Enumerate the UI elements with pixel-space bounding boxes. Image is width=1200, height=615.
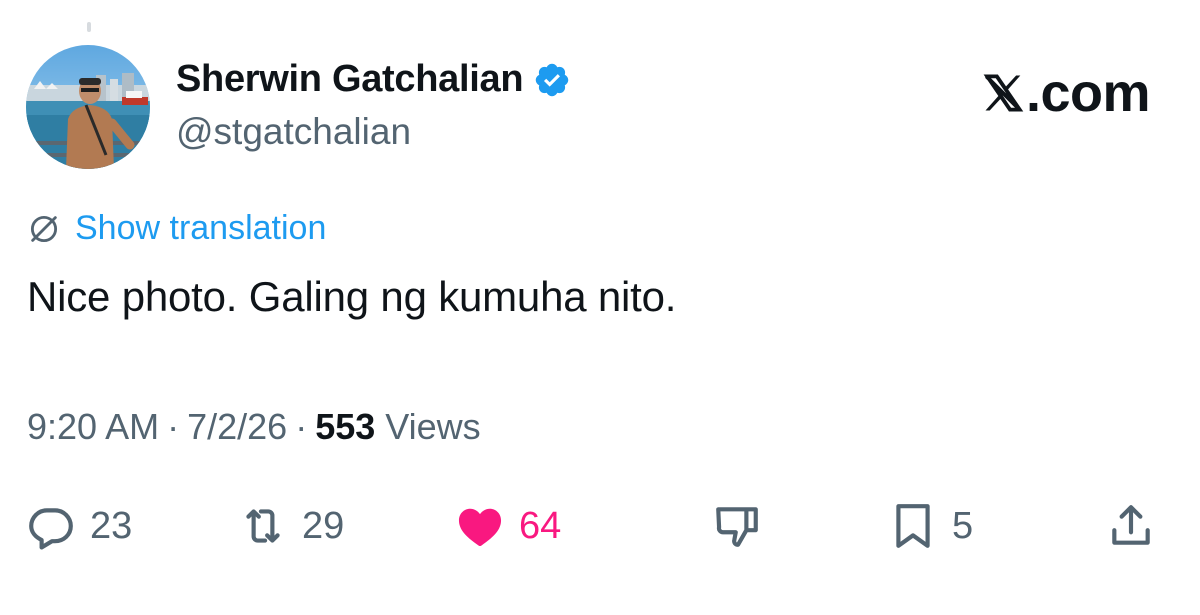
x-logo-icon (983, 74, 1024, 112)
like-button[interactable]: 64 (455, 496, 561, 556)
repost-button[interactable]: 29 (238, 496, 344, 556)
views-label: Views (385, 406, 481, 447)
avatar-image (26, 45, 150, 169)
bookmark-button[interactable]: 5 (888, 496, 973, 556)
tweet-screenshot: Sherwin Gatchalian @stgatchalian .com Sh… (0, 0, 1200, 615)
brand-watermark: .com (982, 62, 1151, 124)
bookmark-icon (896, 504, 930, 548)
reply-count: 23 (90, 504, 133, 547)
author-display-name[interactable]: Sherwin Gatchalian (176, 58, 524, 101)
reply-button[interactable]: 23 (26, 496, 132, 556)
share-icon (1112, 505, 1150, 545)
heart-icon (458, 508, 502, 546)
views-count: 553 (315, 406, 376, 447)
verified-badge-icon (533, 61, 571, 99)
dislike-button[interactable] (712, 496, 762, 556)
meta-separator: · (167, 406, 180, 447)
like-count: 64 (519, 504, 562, 547)
tweet-date[interactable]: 7/2/26 (187, 406, 287, 448)
avatar[interactable] (26, 45, 150, 169)
globe-icon (30, 215, 58, 242)
tweet-meta: 9:20 AM · 7/2/26 · 553 Views (27, 406, 481, 448)
repost-count: 29 (302, 504, 345, 547)
repost-icon (246, 509, 280, 543)
scroll-indicator (87, 22, 91, 32)
show-translation-button[interactable]: Show translation (27, 209, 326, 248)
author-handle[interactable]: @stgatchalian (176, 111, 411, 153)
tweet-time[interactable]: 9:20 AM (27, 406, 159, 448)
thumbs-down-icon (716, 507, 758, 547)
action-bar: 23 29 64 5 (0, 496, 1200, 556)
reply-icon (29, 508, 73, 550)
show-translation-label[interactable]: Show translation (75, 209, 326, 248)
bookmark-count: 5 (952, 504, 974, 547)
meta-separator: · (295, 406, 308, 447)
author-name-row[interactable]: Sherwin Gatchalian (176, 58, 571, 101)
tweet-text: Nice photo. Galing ng kumuha nito. (27, 273, 677, 320)
brand-label: .com (1025, 63, 1151, 123)
share-button[interactable] (1106, 496, 1156, 556)
